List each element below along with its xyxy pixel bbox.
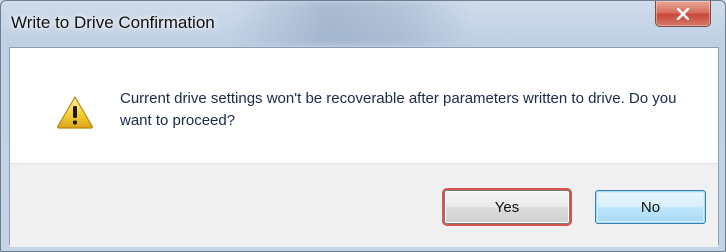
button-bar: Yes No: [10, 163, 718, 247]
message-text: Current drive settings won't be recovera…: [120, 90, 677, 129]
dialog-client-area: Current drive settings won't be recovera…: [9, 47, 719, 247]
title-bar[interactable]: Write to Drive Confirmation: [1, 1, 725, 47]
close-button[interactable]: [655, 1, 711, 27]
no-button[interactable]: No: [595, 190, 706, 224]
message-area: Current drive settings won't be recovera…: [10, 48, 718, 163]
yes-button[interactable]: Yes: [444, 190, 570, 224]
warning-icon: [56, 95, 94, 129]
close-icon: [676, 7, 690, 20]
dialog-window: Write to Drive Confirmation Current driv…: [0, 0, 726, 252]
window-title: Write to Drive Confirmation: [11, 13, 215, 32]
